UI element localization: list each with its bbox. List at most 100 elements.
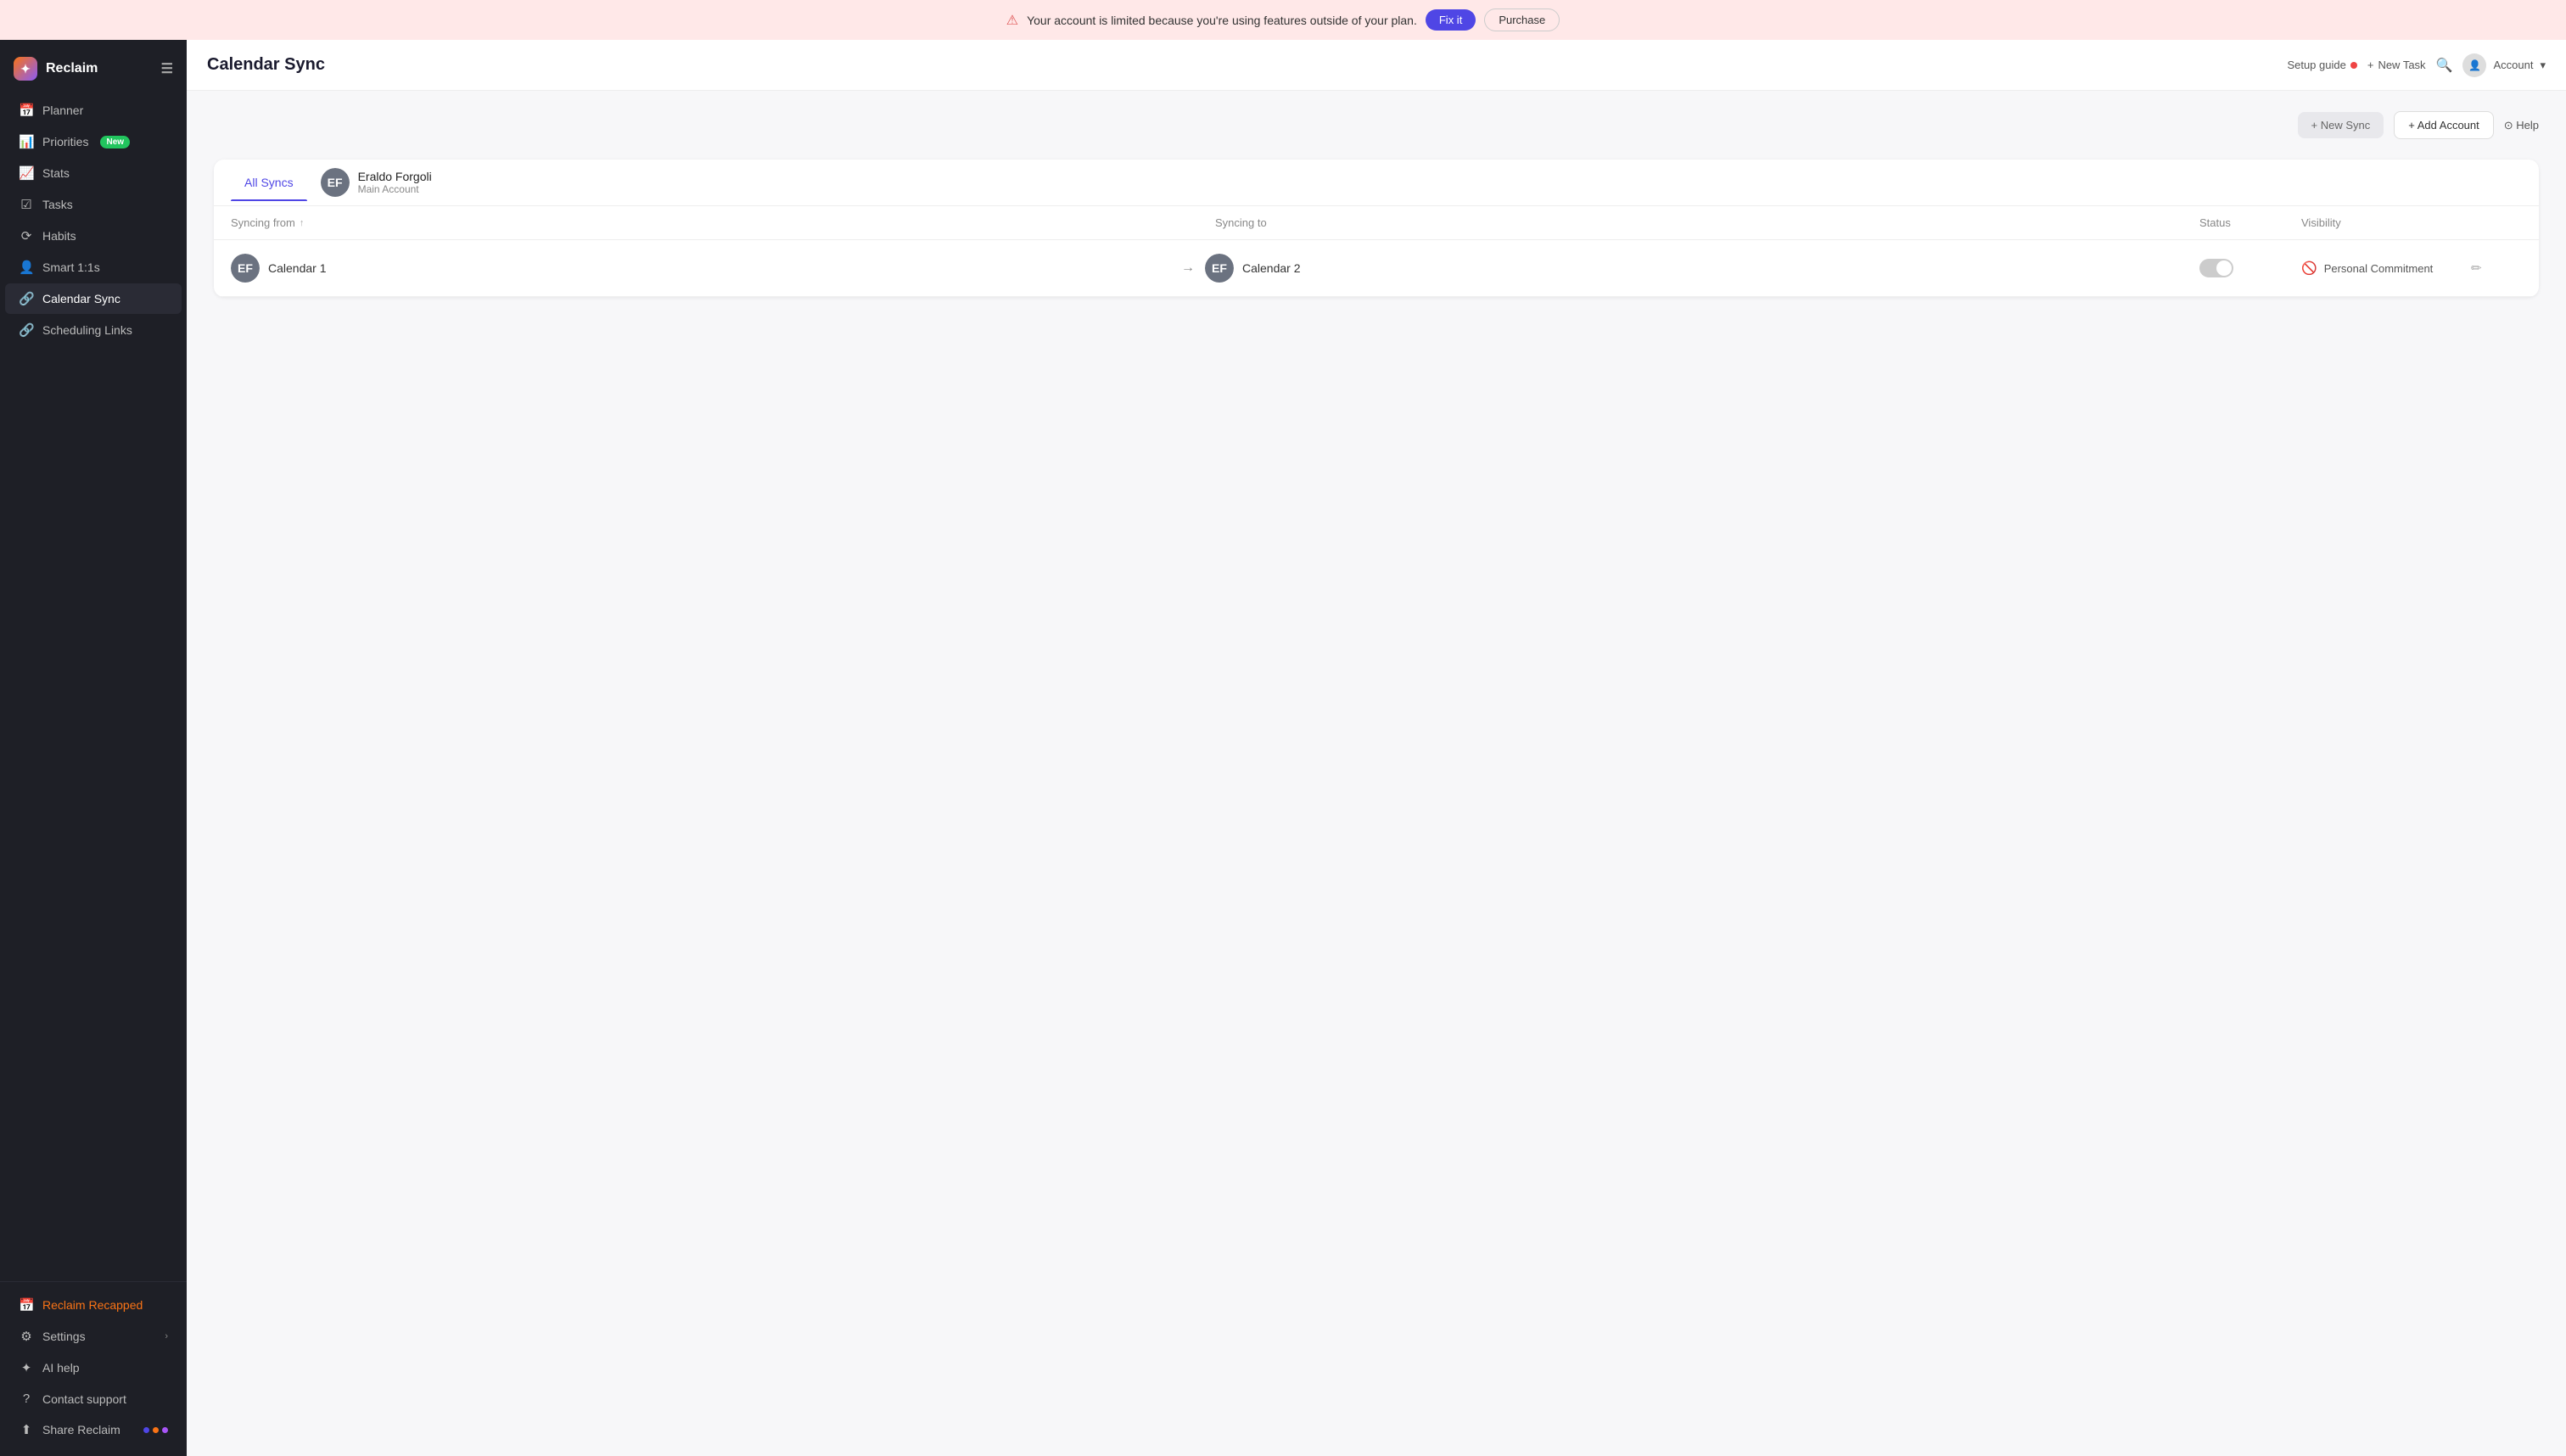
new-task-label: New Task bbox=[2378, 59, 2425, 71]
tabs-section: All Syncs EF Eraldo Forgoli Main Account bbox=[214, 160, 2539, 297]
col-visibility: Visibility bbox=[2301, 216, 2471, 229]
col-status: Status bbox=[2199, 216, 2301, 229]
sidebar-item-label: AI help bbox=[42, 1361, 80, 1375]
sidebar-item-label: Habits bbox=[42, 229, 76, 243]
settings-icon: ⚙ bbox=[19, 1329, 34, 1344]
sidebar-item-priorities[interactable]: 📊 Priorities New bbox=[5, 126, 182, 157]
tab-account-sub: Main Account bbox=[358, 183, 432, 195]
page-title: Calendar Sync bbox=[207, 55, 2273, 75]
sidebar-item-label: Calendar Sync bbox=[42, 292, 120, 305]
contact-support-icon: ? bbox=[19, 1392, 34, 1406]
reclaim-recapped-icon: 📅 bbox=[19, 1297, 34, 1313]
scheduling-links-icon: 🔗 bbox=[19, 322, 34, 338]
chevron-right-icon: › bbox=[165, 1331, 168, 1341]
chevron-down-icon: ▾ bbox=[2540, 59, 2546, 72]
sync-to-cell: → EF Calendar 2 bbox=[1215, 254, 2199, 283]
calendar2-avatar-circle: EF bbox=[1205, 254, 1234, 283]
sidebar-item-share-reclaim[interactable]: ⬆ Share Reclaim bbox=[5, 1414, 182, 1445]
visibility-icon: 🚫 bbox=[2301, 260, 2317, 276]
sync-from-cell: EF Calendar 1 bbox=[231, 254, 1215, 283]
fix-it-button[interactable]: Fix it bbox=[1426, 9, 1476, 31]
sidebar-item-smart-1on1s[interactable]: 👤 Smart 1:1s bbox=[5, 252, 182, 283]
visibility-cell: 🚫 Personal Commitment bbox=[2301, 260, 2471, 276]
new-sync-button[interactable]: + New Sync bbox=[2298, 112, 2384, 138]
sidebar-item-ai-help[interactable]: ✦ AI help bbox=[5, 1352, 182, 1383]
sidebar-item-label: Smart 1:1s bbox=[42, 260, 100, 274]
tab-account-info: Eraldo Forgoli Main Account bbox=[358, 170, 432, 195]
habits-icon: ⟳ bbox=[19, 228, 34, 244]
account-label: Account bbox=[2493, 59, 2533, 71]
header-actions: Setup guide + New Task 🔍 👤 Account ▾ bbox=[2287, 53, 2546, 77]
col-syncing-to-label: Syncing to bbox=[1215, 216, 1267, 229]
sidebar-item-label: Share Reclaim bbox=[42, 1423, 120, 1436]
tab-all-syncs[interactable]: All Syncs bbox=[231, 164, 307, 201]
search-button[interactable]: 🔍 bbox=[2436, 57, 2453, 74]
planner-icon: 📅 bbox=[19, 103, 34, 118]
sidebar-nav: 📅 Planner 📊 Priorities New 📈 Stats ☑ Tas… bbox=[0, 94, 187, 1281]
account-avatar: 👤 bbox=[2462, 53, 2486, 77]
col-visibility-label: Visibility bbox=[2301, 216, 2341, 229]
sidebar-item-label: Planner bbox=[42, 104, 83, 117]
account-button[interactable]: 👤 Account ▾ bbox=[2462, 53, 2546, 77]
sidebar-item-label: Reclaim Recapped bbox=[42, 1298, 143, 1312]
sidebar-item-label: Settings bbox=[42, 1330, 86, 1343]
sidebar-item-stats[interactable]: 📈 Stats bbox=[5, 158, 182, 188]
dot-purple bbox=[162, 1427, 168, 1433]
calendar-sync-icon: 🔗 bbox=[19, 291, 34, 306]
app-name: Reclaim bbox=[46, 61, 98, 76]
top-banner: ⚠ Your account is limited because you're… bbox=[0, 0, 2566, 40]
add-account-button[interactable]: + Add Account bbox=[2394, 111, 2493, 139]
sidebar-item-tasks[interactable]: ☑ Tasks bbox=[5, 189, 182, 220]
tabs-header: All Syncs EF Eraldo Forgoli Main Account bbox=[214, 160, 2539, 206]
dot-blue bbox=[143, 1427, 149, 1433]
sidebar-item-calendar-sync[interactable]: 🔗 Calendar Sync bbox=[5, 283, 182, 314]
sidebar-item-label: Scheduling Links bbox=[42, 323, 132, 337]
menu-icon[interactable]: ☰ bbox=[161, 60, 173, 77]
sidebar-item-label: Stats bbox=[42, 166, 70, 180]
dot-indicators bbox=[143, 1427, 168, 1433]
sort-icon: ↑ bbox=[300, 218, 305, 228]
col-syncing-to: Syncing to bbox=[1215, 216, 2199, 229]
calendar1-avatar-circle: EF bbox=[231, 254, 260, 283]
banner-message: Your account is limited because you're u… bbox=[1027, 14, 1417, 27]
tab-eraldo-account[interactable]: EF Eraldo Forgoli Main Account bbox=[307, 160, 445, 205]
col-status-label: Status bbox=[2199, 216, 2231, 229]
edit-button[interactable]: ✏ bbox=[2471, 260, 2482, 276]
top-header: Calendar Sync Setup guide + New Task 🔍 👤… bbox=[187, 40, 2566, 91]
tasks-icon: ☑ bbox=[19, 197, 34, 212]
sidebar-item-reclaim-recapped[interactable]: 📅 Reclaim Recapped bbox=[5, 1290, 182, 1320]
actions-cell: ✏ bbox=[2471, 260, 2522, 276]
sidebar-item-label: Priorities bbox=[42, 135, 88, 148]
purchase-button[interactable]: Purchase bbox=[1484, 8, 1560, 31]
col-syncing-from: Syncing from ↑ bbox=[231, 216, 1215, 229]
arrow-right-icon: → bbox=[1181, 260, 1195, 276]
share-reclaim-icon: ⬆ bbox=[19, 1422, 34, 1437]
sidebar-item-planner[interactable]: 📅 Planner bbox=[5, 95, 182, 126]
sidebar-bottom: 📅 Reclaim Recapped ⚙ Settings › ✦ AI hel… bbox=[0, 1281, 187, 1446]
sidebar: ✦ Reclaim ☰ 📅 Planner 📊 Priorities New 📈… bbox=[0, 40, 187, 1456]
avatar-circle: EF bbox=[321, 168, 350, 197]
status-toggle[interactable] bbox=[2199, 259, 2233, 277]
sidebar-logo: ✦ Reclaim ☰ bbox=[0, 50, 187, 94]
warning-icon: ⚠ bbox=[1006, 12, 1018, 29]
plus-icon: + bbox=[2367, 59, 2374, 71]
help-button[interactable]: ⊙ Help bbox=[2504, 119, 2539, 132]
setup-guide-label: Setup guide bbox=[2287, 59, 2345, 71]
sidebar-item-scheduling-links[interactable]: 🔗 Scheduling Links bbox=[5, 315, 182, 345]
new-task-button[interactable]: + New Task bbox=[2367, 59, 2426, 71]
sidebar-item-habits[interactable]: ⟳ Habits bbox=[5, 221, 182, 251]
sidebar-item-contact-support[interactable]: ? Contact support bbox=[5, 1384, 182, 1414]
sidebar-item-settings[interactable]: ⚙ Settings › bbox=[5, 1321, 182, 1352]
table-row: EF Calendar 1 → EF Calendar 2 bbox=[214, 240, 2539, 297]
priorities-icon: 📊 bbox=[19, 134, 34, 149]
calendar2-avatar: EF bbox=[1205, 254, 1234, 283]
calendar1-name: Calendar 1 bbox=[268, 261, 327, 275]
setup-guide-button[interactable]: Setup guide bbox=[2287, 59, 2356, 71]
sidebar-item-label: Contact support bbox=[42, 1392, 126, 1406]
calendar2-name: Calendar 2 bbox=[1242, 261, 1301, 275]
logo-icon: ✦ bbox=[14, 57, 37, 81]
visibility-label: Personal Commitment bbox=[2324, 262, 2434, 275]
new-badge: New bbox=[100, 136, 130, 148]
sidebar-item-label: Tasks bbox=[42, 198, 73, 211]
col-syncing-from-label: Syncing from bbox=[231, 216, 295, 229]
